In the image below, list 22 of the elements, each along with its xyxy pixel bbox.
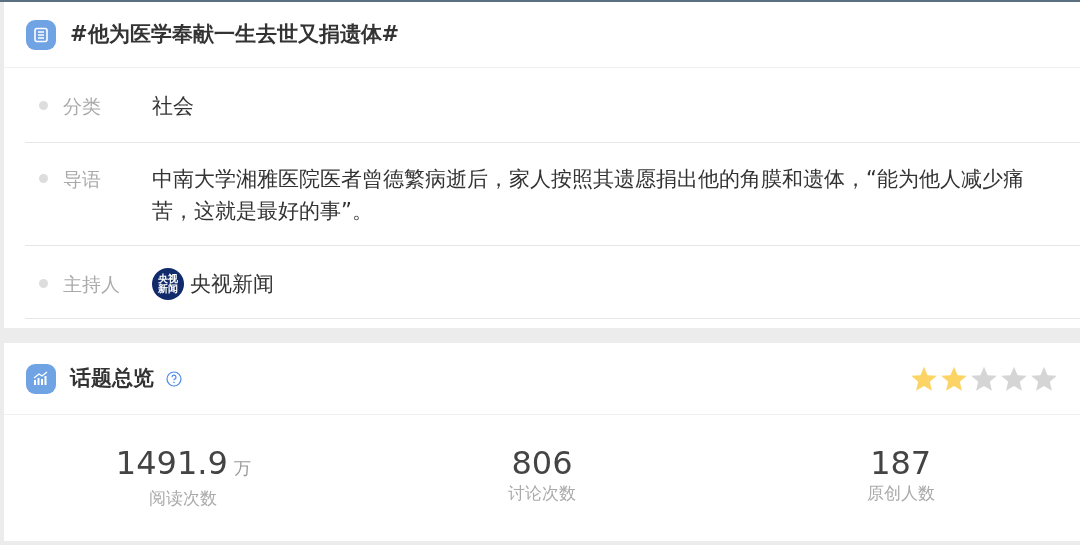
- field-label: 主持人: [63, 272, 121, 297]
- field-label: 导语: [63, 167, 102, 192]
- chart-icon: [26, 363, 56, 394]
- host-avatar: 央视新闻: [152, 268, 184, 300]
- stat-label: 原创人数: [865, 482, 936, 505]
- stat-label: 讨论次数: [507, 482, 577, 505]
- stat-label: 阅读次数: [148, 487, 219, 510]
- help-icon[interactable]: [166, 370, 182, 387]
- field-value: 社会: [152, 93, 195, 120]
- stat-value: 1491.9: [115, 444, 228, 482]
- stat-value: 806: [511, 444, 573, 482]
- list-icon: [26, 19, 56, 50]
- topic-title: #他为医学奉献一生去世又捐遗体#: [70, 20, 400, 48]
- bullet-dot: [39, 101, 48, 110]
- stat-value: 187: [870, 444, 932, 482]
- stat-unit: 万: [233, 458, 251, 478]
- bullet-dot: [39, 174, 48, 183]
- overview-title: 话题总览: [70, 364, 154, 392]
- bullet-dot: [39, 279, 48, 288]
- field-label: 分类: [63, 94, 102, 119]
- field-value: 中南大学湘雅医院医者曾德繁病逝后，家人按照其遗愿捐出他的角膜和遗体，“能为他人减少痛苦，这就是最好的事”。: [152, 166, 1025, 225]
- host-name: 央视新闻: [190, 271, 275, 298]
